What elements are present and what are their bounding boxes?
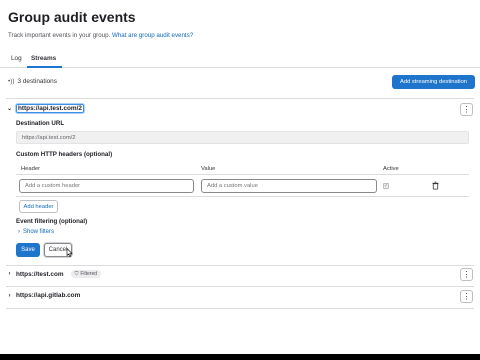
custom-headers-label: Custom HTTP headers (optional) — [16, 151, 113, 158]
trash-icon[interactable] — [431, 181, 440, 190]
column-header-active: Active — [383, 166, 399, 172]
add-header-button[interactable]: Add header — [19, 200, 58, 213]
stream-actions-menu-button[interactable]: ⋮ — [460, 290, 473, 303]
divider — [6, 265, 474, 266]
destination-url-field: https://api.test.com/2 — [16, 131, 469, 144]
ellipsis-v-icon: ⋮ — [462, 105, 471, 114]
chevron-down-icon: ⌄ — [6, 106, 13, 112]
chevron-right-icon: › — [8, 271, 11, 277]
custom-header-input[interactable] — [19, 179, 194, 193]
tab-log[interactable]: Log — [11, 55, 22, 62]
page-subtitle: Track important events in your group. Wh… — [8, 32, 193, 39]
destination-url-label: Destination URL — [16, 120, 65, 127]
destinations-count: •)) 3 destinations — [8, 78, 57, 85]
event-filtering-label: Event filtering (optional) — [16, 218, 88, 225]
active-checkbox[interactable]: ✓ — [383, 183, 389, 189]
column-header-header: Header — [21, 166, 41, 172]
column-header-value: Value — [201, 166, 216, 172]
ellipsis-v-icon: ⋮ — [462, 292, 471, 301]
active-tab-indicator — [27, 66, 62, 68]
custom-value-input[interactable] — [201, 179, 377, 193]
stream-name[interactable]: https://api.gitlab.com — [16, 292, 80, 299]
stream-item[interactable]: › https://test.com ⛉ Filtered — [6, 270, 102, 278]
filter-icon: ⛉ — [74, 271, 79, 277]
show-filters-toggle[interactable]: › Show filters — [18, 229, 54, 235]
filtered-badge: ⛉ Filtered — [70, 270, 102, 278]
filtered-badge-label: Filtered — [80, 271, 98, 277]
show-filters-label: Show filters — [23, 229, 55, 235]
help-link[interactable]: What are group audit events? — [112, 32, 193, 39]
destinations-count-label: 3 destinations — [17, 78, 57, 85]
stream-actions-menu-button[interactable]: ⋮ — [460, 103, 473, 116]
chevron-right-icon: › — [18, 229, 20, 235]
ellipsis-v-icon: ⋮ — [462, 270, 471, 279]
tab-bar: Log Streams — [0, 48, 480, 68]
stream-name[interactable]: https://api.test.com/2 — [16, 104, 84, 113]
table-row-divider — [16, 196, 469, 197]
page-title: Group audit events — [8, 9, 136, 25]
divider — [6, 308, 474, 309]
stream-item[interactable]: › https://api.gitlab.com — [6, 292, 81, 299]
table-header-divider — [16, 174, 469, 175]
stream-icon: •)) — [8, 78, 15, 85]
tab-streams[interactable]: Streams — [31, 55, 56, 62]
group-audit-events-page: Group audit events Track important event… — [0, 0, 480, 354]
divider — [6, 98, 474, 99]
stream-name[interactable]: https://test.com — [16, 271, 64, 278]
stream-item-expanded[interactable]: ⌄ https://api.test.com/2 — [6, 104, 84, 113]
mouse-pointer-icon — [66, 248, 73, 257]
subtitle-text: Track important events in your group. — [8, 32, 111, 39]
divider — [6, 286, 474, 287]
save-button[interactable]: Save — [16, 243, 40, 257]
chevron-right-icon: › — [8, 292, 11, 299]
add-streaming-destination-button[interactable]: Add streaming destination — [392, 75, 475, 89]
stream-actions-menu-button[interactable]: ⋮ — [460, 268, 473, 281]
